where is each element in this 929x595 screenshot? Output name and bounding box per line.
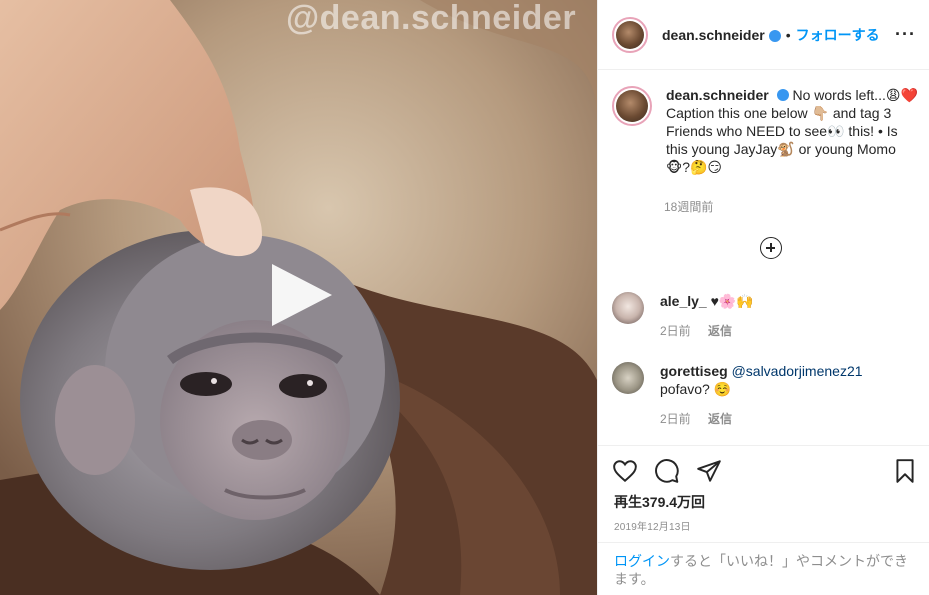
post-caption: dean.schneider No words left...😩❤️ Capti… <box>612 86 922 176</box>
comment-text: pofavo? ☺️ <box>660 381 732 397</box>
comment-time: 2日前 <box>660 324 691 338</box>
heart-icon[interactable] <box>612 458 638 484</box>
login-prompt: ログインすると「いいね！」やコメントができます。 <box>598 542 929 588</box>
post-date: 2019年12月13日 <box>614 522 691 533</box>
commenter-username[interactable]: gorettiseg <box>660 363 728 379</box>
commenter-username[interactable]: ale_ly_ <box>660 293 707 309</box>
comment-icon[interactable] <box>654 458 680 484</box>
verified-badge-icon <box>768 29 781 42</box>
bookmark-icon[interactable] <box>892 458 918 484</box>
comment-meta: 2日前 返信 <box>660 322 754 340</box>
commenter-avatar[interactable] <box>612 292 644 324</box>
author-avatar[interactable] <box>612 16 648 53</box>
post-actions: 再生379.4万回 2019年12月13日 ログインすると「いいね！」やコメント… <box>598 445 929 595</box>
post-side-panel: dean.schneider • フォローする ··· dean.schneid… <box>597 0 929 595</box>
load-more-comments-icon[interactable] <box>760 237 782 259</box>
caption-text-block: dean.schneider No words left...😩❤️ Capti… <box>666 86 922 176</box>
post-header: dean.schneider • フォローする ··· <box>598 0 929 70</box>
header-separator: • <box>785 26 791 43</box>
comment-text: ♥🌸🙌 <box>710 293 754 309</box>
author-username[interactable]: dean.schneider <box>662 27 765 43</box>
reply-button[interactable]: 返信 <box>708 412 732 426</box>
reply-button[interactable]: 返信 <box>708 324 732 338</box>
comment-meta: 2日前 返信 <box>660 410 863 428</box>
post-video[interactable]: @dean.schneider <box>0 0 597 595</box>
comment-body: ale_ly_ ♥🌸🙌 2日前 返信 <box>660 292 754 340</box>
share-icon[interactable] <box>696 458 722 484</box>
login-link[interactable]: ログイン <box>614 553 670 569</box>
caption-username[interactable]: dean.schneider <box>666 87 769 103</box>
comment-item: ale_ly_ ♥🌸🙌 2日前 返信 <box>612 292 922 340</box>
caption-verified-badge-icon <box>776 89 789 101</box>
comment-body: gorettiseg @salvadorjimenez21 pofavo? ☺️… <box>660 362 863 428</box>
comment-item: gorettiseg @salvadorjimenez21 pofavo? ☺️… <box>612 362 922 428</box>
video-watermark: @dean.schneider <box>286 0 577 37</box>
action-icons <box>612 458 722 484</box>
instagram-post-viewer: @dean.schneider dean.schneider • フォローする … <box>0 0 929 595</box>
play-icon[interactable] <box>268 262 334 328</box>
follow-button[interactable]: フォローする <box>796 25 880 45</box>
comment-time: 2日前 <box>660 412 691 426</box>
more-options-icon[interactable]: ··· <box>895 24 916 45</box>
view-count: 再生379.4万回 <box>614 494 706 510</box>
caption-timestamp: 18週間前 <box>664 200 714 214</box>
commenter-avatar[interactable] <box>612 362 644 394</box>
caption-author-avatar[interactable] <box>612 86 652 126</box>
comment-mention[interactable]: @salvadorjimenez21 <box>732 363 863 379</box>
